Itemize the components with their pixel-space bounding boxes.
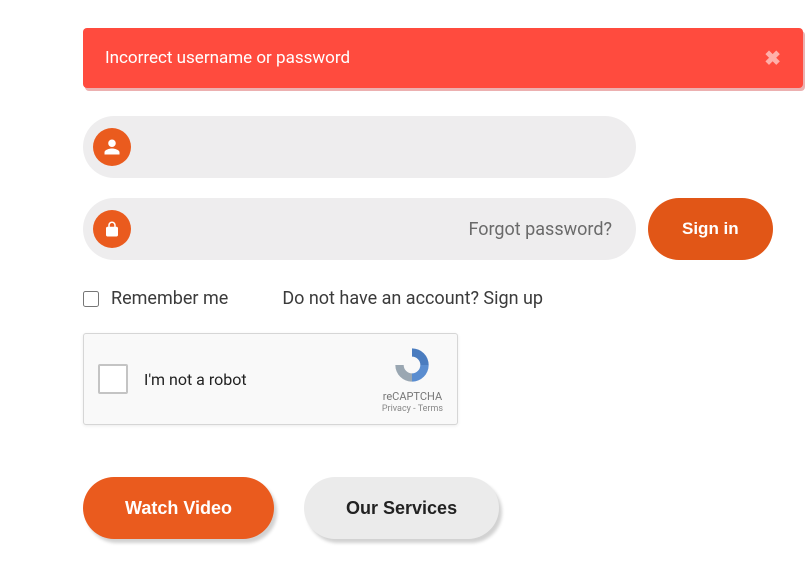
remember-checkbox[interactable] bbox=[83, 291, 99, 307]
recaptcha-label: I'm not a robot bbox=[144, 370, 247, 389]
remember-label: Remember me bbox=[111, 288, 228, 309]
forgot-password-link[interactable]: Forgot password? bbox=[468, 219, 612, 240]
our-services-button[interactable]: Our Services bbox=[304, 477, 499, 539]
close-icon[interactable]: ✖ bbox=[764, 46, 781, 70]
remember-me-wrap[interactable]: Remember me bbox=[83, 288, 228, 309]
watch-video-button[interactable]: Watch Video bbox=[83, 477, 274, 539]
lock-icon bbox=[93, 210, 131, 248]
username-field-wrap bbox=[83, 116, 636, 178]
username-input[interactable] bbox=[131, 138, 626, 156]
signin-button[interactable]: Sign in bbox=[648, 198, 773, 260]
recaptcha-terms[interactable]: Privacy - Terms bbox=[382, 404, 443, 414]
signup-link[interactable]: Do not have an account? Sign up bbox=[282, 288, 543, 309]
password-field-wrap: Forgot password? bbox=[83, 198, 636, 260]
alert-message: Incorrect username or password bbox=[105, 48, 350, 68]
recaptcha-brand: reCAPTCHA Privacy - Terms bbox=[382, 345, 443, 414]
recaptcha-brand-name: reCAPTCHA bbox=[382, 390, 443, 403]
recaptcha-checkbox[interactable] bbox=[98, 364, 128, 394]
recaptcha-widget: I'm not a robot reCAPTCHA Privacy - Term… bbox=[83, 333, 458, 425]
password-input[interactable] bbox=[131, 220, 468, 238]
user-icon bbox=[93, 128, 131, 166]
recaptcha-icon bbox=[392, 345, 432, 385]
error-alert: Incorrect username or password ✖ bbox=[83, 28, 803, 88]
